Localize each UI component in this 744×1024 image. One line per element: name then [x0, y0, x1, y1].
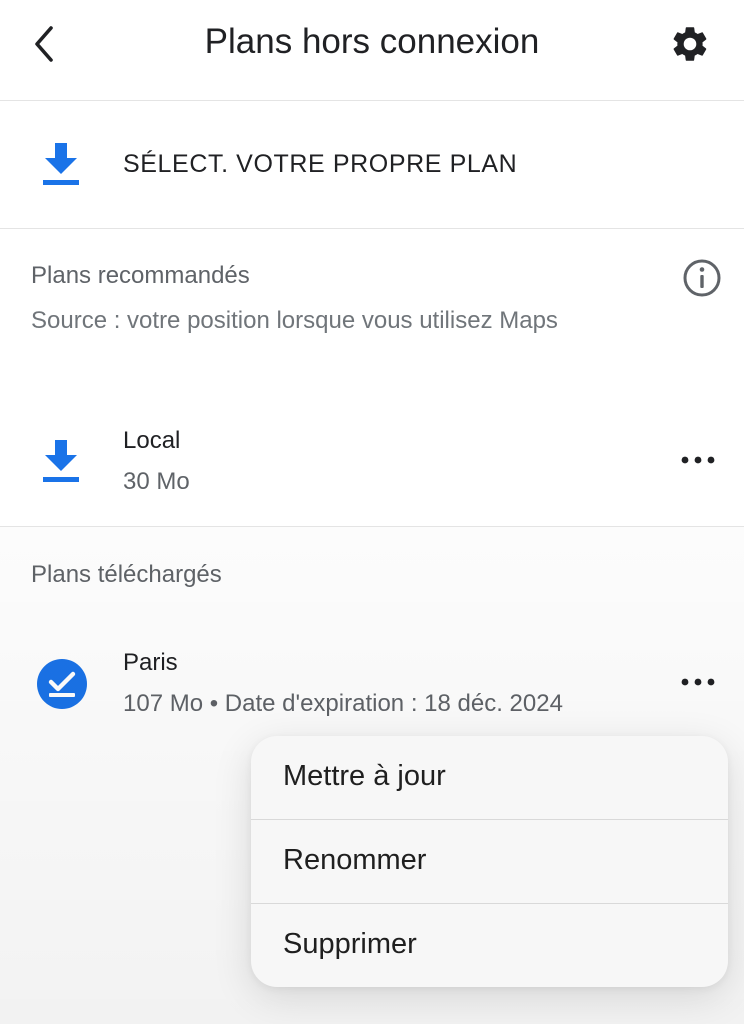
more-horizontal-icon	[681, 678, 715, 686]
info-icon	[683, 259, 721, 297]
list-item-paris-map[interactable]: Paris 107 Mo • Date d'expiration : 18 dé…	[0, 622, 744, 732]
menu-item-delete[interactable]: Supprimer	[251, 904, 728, 987]
settings-button[interactable]	[664, 18, 716, 70]
select-own-map-button[interactable]: SÉLECT. VOTRE PROPRE PLAN	[0, 102, 744, 229]
select-own-map-label: SÉLECT. VOTRE PROPRE PLAN	[123, 150, 518, 178]
map-details: 107 Mo • Date d'expiration : 18 déc. 202…	[123, 690, 563, 717]
downloaded-maps-heading: Plans téléchargés	[31, 561, 222, 588]
download-icon	[40, 437, 82, 490]
section-divider	[0, 526, 744, 527]
offline-maps-screen: Plans hors connexion SÉLECT. VOTRE PROPR…	[0, 0, 744, 1024]
more-options-button[interactable]	[672, 662, 724, 702]
gear-icon	[673, 27, 707, 61]
list-item-local-map[interactable]: Local 30 Mo	[0, 400, 744, 526]
menu-item-label: Renommer	[283, 844, 427, 876]
downloaded-check-icon	[36, 658, 88, 715]
menu-item-label: Supprimer	[283, 928, 417, 960]
download-icon	[40, 140, 82, 193]
menu-item-label: Mettre à jour	[283, 760, 446, 792]
map-name: Paris	[123, 649, 178, 676]
map-name: Local	[123, 427, 181, 454]
context-menu: Mettre à jour Renommer Supprimer	[251, 736, 728, 987]
recommended-source-text: Source : votre position lorsque vous uti…	[31, 307, 558, 334]
menu-item-update[interactable]: Mettre à jour	[251, 736, 728, 819]
info-button[interactable]	[682, 258, 722, 298]
more-horizontal-icon	[681, 456, 715, 464]
more-options-button[interactable]	[672, 440, 724, 480]
menu-item-rename[interactable]: Renommer	[251, 820, 728, 903]
page-title: Plans hors connexion	[204, 22, 540, 61]
recommended-maps-heading: Plans recommandés	[31, 262, 250, 289]
map-size: 30 Mo	[123, 468, 190, 495]
top-app-bar: Plans hors connexion	[0, 0, 744, 101]
